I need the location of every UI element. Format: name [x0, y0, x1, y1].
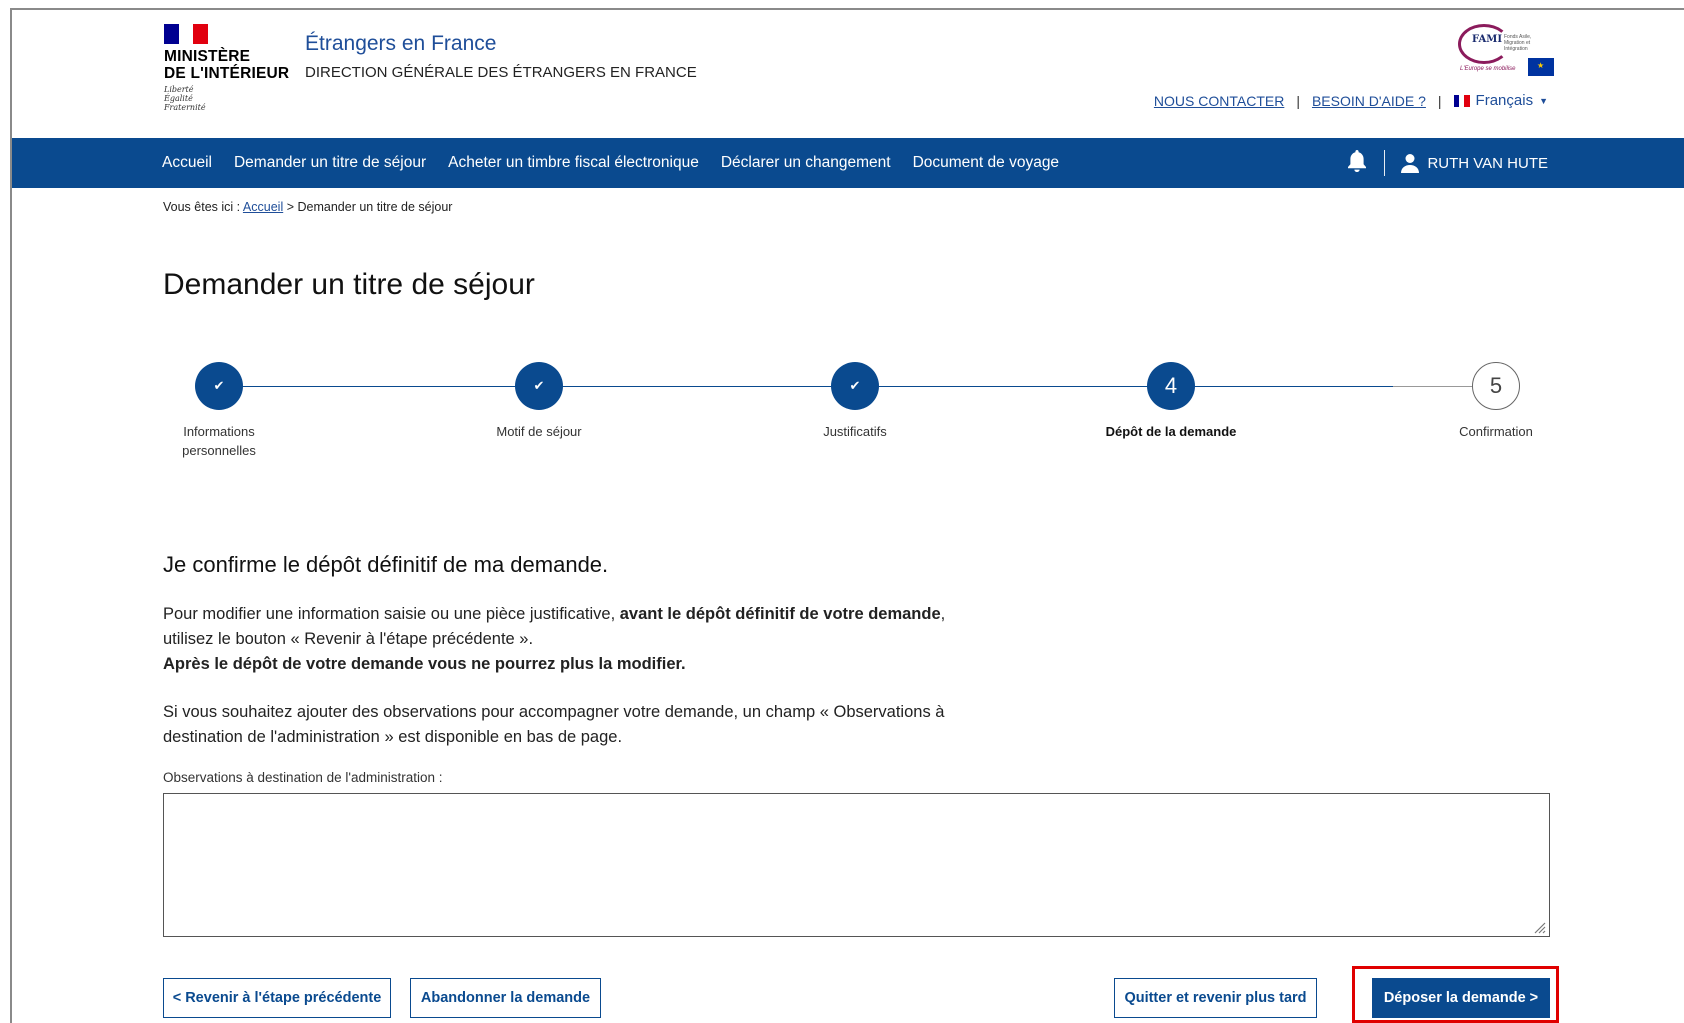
step-2-label: Motif de séjour [496, 424, 582, 439]
nav-divider [1384, 150, 1386, 176]
observations-textarea[interactable] [163, 793, 1550, 937]
nav-item-document-voyage[interactable]: Document de voyage [913, 154, 1059, 172]
language-selector[interactable]: Français ▼ [1453, 92, 1548, 109]
devise-fraternite: Fraternité [164, 103, 206, 112]
step-done-check-icon: ✔ [831, 362, 879, 410]
p1-comma: , [940, 605, 946, 623]
eu-flag-icon [1528, 58, 1554, 76]
step-2: ✔ Motif de séjour [459, 362, 619, 441]
step-1: ✔ Informations personnelles [139, 362, 299, 460]
step-5-number: 5 [1472, 362, 1520, 410]
quit-later-button[interactable]: Quitter et revenir plus tard [1114, 978, 1317, 1018]
site-title[interactable]: Étrangers en France [305, 32, 496, 56]
user-menu[interactable]: RUTH VAN HUTE [1401, 153, 1548, 173]
step-4-number: 4 [1147, 362, 1195, 410]
fami-logo-text: FAMI [1472, 34, 1503, 45]
marianne-flag-icon [164, 24, 209, 44]
p1-bold: avant le dépôt définitif de votre demand… [619, 605, 941, 623]
devise: Liberté Égalité Fraternité [164, 85, 294, 112]
site-header: MINISTÈRE DE L'INTÉRIEUR Liberté Égalité… [12, 10, 1684, 138]
bell-icon[interactable] [1346, 149, 1368, 178]
instructions-paragraph: Pour modifier une information saisie ou … [163, 602, 983, 677]
help-link[interactable]: BESOIN D'AIDE ? [1312, 93, 1426, 109]
p1-line2: utilisez le bouton « Revenir à l'étape p… [163, 630, 534, 648]
ministry-name: MINISTÈRE DE L'INTÉRIEUR [164, 48, 294, 82]
devise-liberte: Liberté [164, 85, 194, 94]
nav-item-titre-sejour[interactable]: Demander un titre de séjour [234, 154, 426, 172]
contact-link[interactable]: NOUS CONTACTER [1154, 93, 1284, 109]
step-done-check-icon: ✔ [195, 362, 243, 410]
fami-logo: FAMI Fonds Asile, Migration et Intégrati… [1458, 22, 1554, 78]
back-button[interactable]: < Revenir à l'étape précédente [163, 978, 391, 1018]
ministry-logo[interactable]: MINISTÈRE DE L'INTÉRIEUR Liberté Égalité… [164, 24, 294, 112]
french-flag-icon [1453, 94, 1470, 107]
devise-egalite: Égalité [164, 94, 193, 103]
confirm-heading: Je confirme le dépôt définitif de ma dem… [163, 552, 609, 577]
observations-label: Observations à destination de l'administ… [163, 770, 443, 785]
step-5-label: Confirmation [1459, 424, 1533, 439]
top-links: NOUS CONTACTER | BESOIN D'AIDE ? | Franç… [1154, 92, 1548, 109]
p1-warning: Après le dépôt de votre demande vous ne … [163, 655, 686, 673]
step-1-label: Informations personnelles [139, 422, 299, 460]
p1-text: Pour modifier une information saisie ou … [163, 605, 620, 623]
caret-down-icon: ▼ [1539, 95, 1548, 106]
language-label: Français [1475, 92, 1534, 109]
submit-highlight-box [1352, 966, 1559, 1023]
breadcrumb-home-link[interactable]: Accueil [243, 200, 283, 214]
step-4: 4 Dépôt de la demande [1091, 362, 1251, 441]
site-subtitle: DIRECTION GÉNÉRALE DES ÉTRANGERS EN FRAN… [305, 64, 697, 81]
page-title: Demander un titre de séjour [163, 268, 535, 301]
abandon-button[interactable]: Abandonner la demande [410, 978, 601, 1018]
fami-small-text: Fonds Asile, Migration et Intégration [1504, 34, 1532, 52]
separator: | [1437, 92, 1442, 109]
ministry-line2: DE L'INTÉRIEUR [164, 65, 290, 82]
user-name: RUTH VAN HUTE [1427, 154, 1548, 172]
ministry-line1: MINISTÈRE [164, 48, 251, 65]
nav-item-accueil[interactable]: Accueil [162, 154, 212, 172]
nav-item-timbre-fiscal[interactable]: Acheter un timbre fiscal électronique [448, 154, 699, 172]
observations-info-paragraph: Si vous souhaitez ajouter des observatio… [163, 703, 945, 746]
step-1-label-line2: personnelles [182, 443, 256, 458]
step-5: 5 Confirmation [1416, 362, 1576, 441]
step-1-label-line1: Informations [183, 424, 255, 439]
resize-grip-icon[interactable] [1530, 918, 1546, 934]
user-icon [1401, 154, 1420, 173]
step-3-label: Justificatifs [823, 424, 887, 439]
fami-tagline: L'Europe se mobilise [1460, 66, 1516, 72]
breadcrumb-prefix: Vous êtes ici : [163, 200, 241, 214]
step-4-label: Dépôt de la demande [1105, 424, 1237, 439]
separator: | [1296, 92, 1300, 109]
breadcrumb-separator: > [286, 200, 295, 214]
main-nav: Accueil Demander un titre de séjour Ache… [12, 138, 1684, 188]
breadcrumb: Vous êtes ici : Accueil > Demander un ti… [163, 200, 452, 214]
step-3: ✔ Justificatifs [775, 362, 935, 441]
progress-stepper: ✔ Informations personnelles ✔ Motif de s… [163, 362, 1553, 462]
step-done-check-icon: ✔ [515, 362, 563, 410]
nav-item-declarer-changement[interactable]: Déclarer un changement [721, 154, 891, 172]
breadcrumb-current: Demander un titre de séjour [297, 200, 453, 214]
